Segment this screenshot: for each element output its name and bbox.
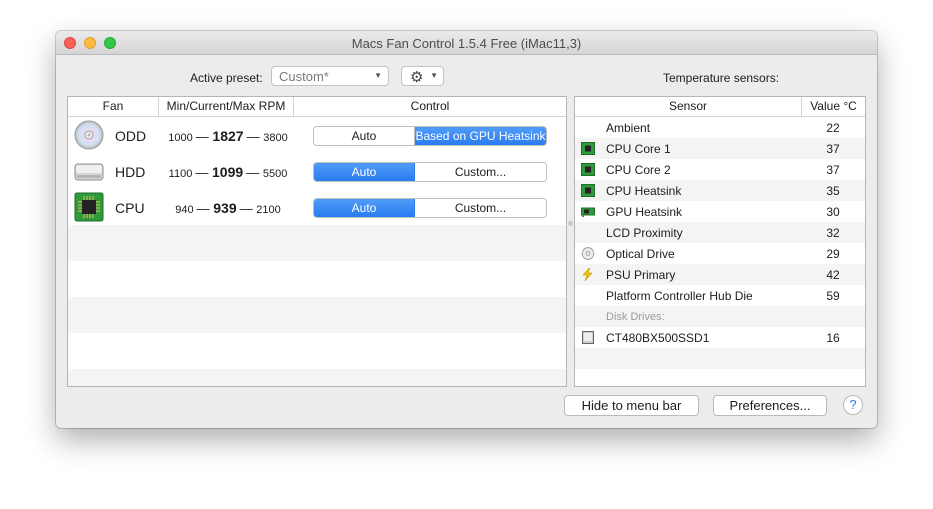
fan-rpm: 1000 — 1827 — 3800 bbox=[168, 128, 288, 144]
sensor-row[interactable]: CPU Core 1 37 bbox=[575, 138, 865, 159]
optical-drive-icon bbox=[74, 120, 104, 150]
sensor-name: Optical Drive bbox=[606, 247, 675, 261]
sensor-name: CT480BX500SSD1 bbox=[606, 331, 710, 345]
fan-current-rpm: 939 bbox=[213, 200, 237, 216]
sensor-row[interactable]: Ambient 22 bbox=[575, 117, 865, 138]
cpu-chip-icon bbox=[581, 163, 595, 176]
chevron-down-icon: ▼ bbox=[374, 71, 382, 80]
sensor-row[interactable]: Optical Drive 29 bbox=[575, 243, 865, 264]
gear-icon: ⚙ bbox=[410, 69, 424, 86]
fan-rpm: 1100 — 1099 — 5500 bbox=[168, 164, 288, 180]
preferences-button[interactable]: Preferences... bbox=[713, 395, 827, 416]
empty-row bbox=[68, 369, 566, 386]
fan-current-rpm: 1099 bbox=[212, 164, 244, 180]
fan-min-rpm: 1100 bbox=[168, 168, 193, 180]
sensor-name: CPU Heatsink bbox=[606, 184, 682, 198]
empty-row bbox=[68, 297, 566, 333]
cpu-chip-icon bbox=[581, 142, 595, 155]
sensor-value: 37 bbox=[826, 163, 840, 177]
control-column-header[interactable]: Control bbox=[294, 97, 566, 117]
temperature-sensors-label: Temperature sensors: bbox=[663, 71, 780, 85]
sensor-row[interactable]: CPU Core 2 37 bbox=[575, 159, 865, 180]
cpu-chip-icon bbox=[581, 184, 595, 197]
sensor-value: 29 bbox=[826, 247, 840, 261]
sensor-value: 22 bbox=[826, 121, 840, 135]
sensor-name: CPU Core 1 bbox=[606, 142, 671, 156]
rpm-column-header[interactable]: Min/Current/Max RPM bbox=[159, 97, 294, 117]
sensor-row[interactable]: Platform Controller Hub Die 59 bbox=[575, 285, 865, 306]
sensor-name: Platform Controller Hub Die bbox=[606, 289, 753, 303]
fan-max-rpm: 2100 bbox=[256, 204, 281, 216]
sensor-value: 35 bbox=[826, 184, 840, 198]
fan-control-segmented: Auto Custom... bbox=[313, 162, 547, 182]
sensor-column-header[interactable]: Sensor bbox=[575, 97, 802, 117]
sensor-value: 32 bbox=[826, 226, 840, 240]
sensor-row[interactable]: CPU Heatsink 35 bbox=[575, 180, 865, 201]
fan-min-rpm: 1000 bbox=[168, 132, 193, 144]
sensor-name: PSU Primary bbox=[606, 268, 676, 282]
split-view-divider[interactable] bbox=[568, 221, 573, 226]
empty-row bbox=[68, 225, 566, 261]
sensor-name: Ambient bbox=[606, 121, 651, 135]
sensor-row[interactable]: PSU Primary 42 bbox=[575, 264, 865, 285]
sensor-row[interactable]: GPU Heatsink 30 bbox=[575, 201, 865, 222]
fan-name: ODD bbox=[115, 128, 147, 144]
title-bar: Macs Fan Control 1.5.4 Free (iMac11,3) bbox=[56, 31, 877, 55]
fan-min-rpm: 940 bbox=[175, 204, 194, 216]
group-label: Disk Drives: bbox=[606, 311, 665, 323]
sensor-row[interactable]: CT480BX500SSD1 16 bbox=[575, 327, 865, 348]
fan-max-rpm: 3800 bbox=[263, 132, 288, 144]
fan-name: CPU bbox=[115, 200, 145, 216]
fan-row-hdd: HDD 1100 — 1099 — 5500 Auto Custom... bbox=[68, 153, 566, 189]
hide-to-menu-bar-button[interactable]: Hide to menu bar bbox=[564, 395, 699, 416]
ssd-drive-icon bbox=[582, 331, 594, 344]
sensor-value: 42 bbox=[826, 268, 840, 282]
help-button[interactable]: ? bbox=[843, 395, 863, 415]
gpu-card-icon bbox=[581, 207, 595, 217]
sensor-name: GPU Heatsink bbox=[606, 205, 683, 219]
fan-max-rpm: 5500 bbox=[262, 168, 288, 180]
cpu-chip-icon bbox=[74, 192, 104, 222]
fan-column-header[interactable]: Fan bbox=[68, 97, 159, 117]
fan-table: Fan Min/Current/Max RPM Control ODD 1000… bbox=[67, 96, 567, 387]
sensor-value: 16 bbox=[826, 331, 840, 345]
optical-drive-icon bbox=[581, 247, 595, 260]
sensor-name: CPU Core 2 bbox=[606, 163, 671, 177]
custom-control-button[interactable]: Based on GPU Heatsink bbox=[415, 127, 546, 145]
fan-row-cpu: CPU 940 — 939 — 2100 Auto Custom... bbox=[68, 189, 566, 225]
sensor-row[interactable]: LCD Proximity 32 bbox=[575, 222, 865, 243]
lightning-icon bbox=[582, 268, 593, 281]
fan-row-odd: ODD 1000 — 1827 — 3800 Auto Based on GPU… bbox=[68, 117, 566, 153]
value-column-header[interactable]: Value °C bbox=[802, 97, 865, 117]
sensor-group-header: Disk Drives: bbox=[575, 306, 865, 327]
fan-current-rpm: 1827 bbox=[212, 128, 244, 144]
sensor-name: LCD Proximity bbox=[606, 226, 683, 240]
chevron-down-icon: ▼ bbox=[430, 71, 438, 80]
empty-row bbox=[68, 333, 566, 369]
fan-rpm: 940 — 939 — 2100 bbox=[175, 200, 281, 216]
empty-row bbox=[68, 261, 566, 297]
custom-control-button[interactable]: Custom... bbox=[415, 163, 546, 181]
auto-control-button[interactable]: Auto bbox=[314, 199, 415, 217]
sensor-value: 37 bbox=[826, 142, 840, 156]
window-title: Macs Fan Control 1.5.4 Free (iMac11,3) bbox=[351, 36, 582, 51]
custom-control-button[interactable]: Custom... bbox=[415, 199, 546, 217]
fan-name: HDD bbox=[115, 164, 146, 180]
sensor-value: 59 bbox=[826, 289, 840, 303]
empty-row bbox=[575, 348, 865, 369]
active-preset-label: Active preset: bbox=[190, 71, 263, 85]
preset-select-value: Custom* bbox=[279, 69, 329, 84]
preset-select[interactable]: Custom* ▼ bbox=[271, 66, 389, 86]
fan-control-segmented: Auto Based on GPU Heatsink bbox=[313, 126, 547, 146]
auto-control-button[interactable]: Auto bbox=[314, 163, 415, 181]
preset-actions-button[interactable]: ⚙ ▼ bbox=[401, 66, 444, 86]
app-window: Macs Fan Control 1.5.4 Free (iMac11,3) A… bbox=[56, 31, 877, 428]
hard-drive-icon bbox=[74, 163, 104, 181]
fan-control-segmented: Auto Custom... bbox=[313, 198, 547, 218]
auto-control-button[interactable]: Auto bbox=[314, 127, 415, 145]
sensor-value: 30 bbox=[826, 205, 840, 219]
sensor-table: Sensor Value °C Ambient 22 CPU Core 1 37… bbox=[574, 96, 866, 387]
